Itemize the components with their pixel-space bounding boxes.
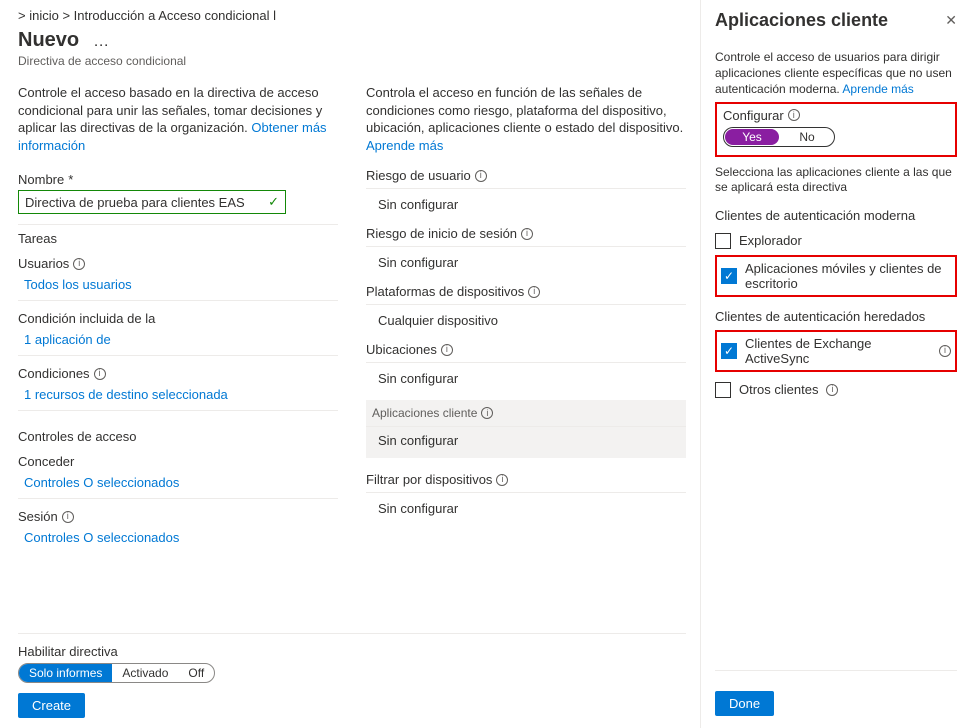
info-icon[interactable]: i (788, 109, 800, 121)
conditions-description: Controla el acceso en función de las señ… (366, 84, 686, 154)
checkbox-mobile-desktop[interactable]: ✓ Aplicaciones móviles y clientes de esc… (715, 255, 957, 297)
name-input[interactable]: Directiva de prueba para clientes EAS ✓ (18, 190, 286, 214)
checkbox-icon: ✓ (721, 343, 737, 359)
modern-auth-heading: Clientes de autenticación moderna (715, 208, 957, 223)
conditions-link[interactable]: Condicionesi (18, 366, 106, 381)
name-label: Nombre* (18, 172, 338, 187)
info-icon[interactable]: i (475, 170, 487, 182)
panel-description: Controle el acceso de usuarios para diri… (715, 49, 957, 98)
info-icon[interactable]: i (441, 344, 453, 356)
breadcrumb[interactable]: > inicio > Introducción a Acceso condici… (18, 8, 686, 23)
checkbox-label: Clientes de Exchange ActiveSync (745, 336, 931, 366)
client-apps-value: Sin configurar (366, 427, 686, 458)
info-icon[interactable]: i (62, 511, 74, 523)
info-icon[interactable]: i (73, 258, 85, 270)
configure-label: Configurari (723, 108, 949, 123)
learn-more-link[interactable]: Aprende más (842, 82, 913, 96)
condition-included-value[interactable]: 1 aplicación de (18, 332, 338, 347)
more-menu-icon[interactable]: … (89, 33, 113, 51)
signin-risk-link[interactable]: Riesgo de inicio de sesióni (366, 226, 686, 247)
signin-risk-value: Sin configurar (366, 255, 686, 270)
users-link[interactable]: Usuariosi (18, 256, 85, 271)
check-icon: ✓ (268, 194, 279, 210)
checkbox-icon (715, 233, 731, 249)
info-icon[interactable]: i (939, 345, 951, 357)
toggle-yes[interactable]: Yes (725, 129, 779, 145)
info-icon[interactable]: i (496, 474, 508, 486)
checkbox-other-clients[interactable]: Otros clientes i (715, 382, 957, 398)
info-icon[interactable]: i (521, 228, 533, 240)
tasks-heading: Tareas (18, 231, 338, 246)
session-link[interactable]: Sesióni (18, 509, 74, 524)
grant-value[interactable]: Controles O seleccionados (18, 475, 338, 490)
seg-report-only[interactable]: Solo informes (19, 664, 112, 682)
checkbox-browser[interactable]: Explorador (715, 233, 957, 249)
grant-link[interactable]: Conceder (18, 454, 74, 469)
configure-toggle[interactable]: Yes No (723, 127, 835, 147)
client-apps-link[interactable]: Aplicaciones clientei (366, 400, 686, 427)
seg-on[interactable]: Activado (112, 664, 178, 682)
info-icon[interactable]: i (528, 286, 540, 298)
locations-value: Sin configurar (366, 371, 686, 386)
info-icon[interactable]: i (481, 407, 493, 419)
filter-devices-value: Sin configurar (366, 501, 686, 516)
checkbox-label: Aplicaciones móviles y clientes de escri… (745, 261, 951, 291)
checkbox-label: Otros clientes (739, 382, 818, 397)
done-button[interactable]: Done (715, 691, 774, 716)
session-value[interactable]: Controles O seleccionados (18, 530, 338, 545)
page-subtitle: Directiva de acceso condicional (18, 54, 686, 68)
enable-policy-segmented[interactable]: Solo informes Activado Off (18, 663, 215, 683)
policy-description: Controle el acceso basado en la directiv… (18, 84, 338, 154)
users-value[interactable]: Todos los usuarios (18, 277, 338, 292)
checkbox-icon (715, 382, 731, 398)
select-apps-description: Selecciona las aplicaciones cliente a la… (715, 165, 957, 196)
learn-more-link[interactable]: Aprende más (366, 138, 443, 153)
device-platforms-value: Cualquier dispositivo (366, 313, 686, 328)
seg-off[interactable]: Off (178, 664, 214, 682)
user-risk-link[interactable]: Riesgo de usuarioi (366, 168, 686, 189)
create-button[interactable]: Create (18, 693, 85, 718)
checkbox-exchange-activesync[interactable]: ✓ Clientes de Exchange ActiveSync i (715, 330, 957, 372)
panel-title: Aplicaciones cliente (715, 10, 957, 31)
locations-link[interactable]: Ubicacionesi (366, 342, 686, 363)
close-icon[interactable]: ✕ (945, 12, 957, 29)
toggle-no[interactable]: No (780, 129, 834, 145)
filter-devices-link[interactable]: Filtrar por dispositivosi (366, 472, 686, 493)
checkbox-icon: ✓ (721, 268, 737, 284)
info-icon[interactable]: i (826, 384, 838, 396)
checkbox-label: Explorador (739, 233, 802, 248)
access-controls-heading: Controles de acceso (18, 429, 338, 444)
conditions-value[interactable]: 1 recursos de destino seleccionada (18, 387, 338, 402)
legacy-auth-heading: Clientes de autenticación heredados (715, 309, 957, 324)
info-icon[interactable]: i (94, 368, 106, 380)
device-platforms-link[interactable]: Plataformas de dispositivosi (366, 284, 686, 305)
user-risk-value: Sin configurar (366, 197, 686, 212)
condition-included-link[interactable]: Condición incluida de la (18, 311, 155, 326)
page-title: Nuevo (18, 29, 79, 52)
enable-policy-label: Habilitar directiva (18, 644, 686, 659)
